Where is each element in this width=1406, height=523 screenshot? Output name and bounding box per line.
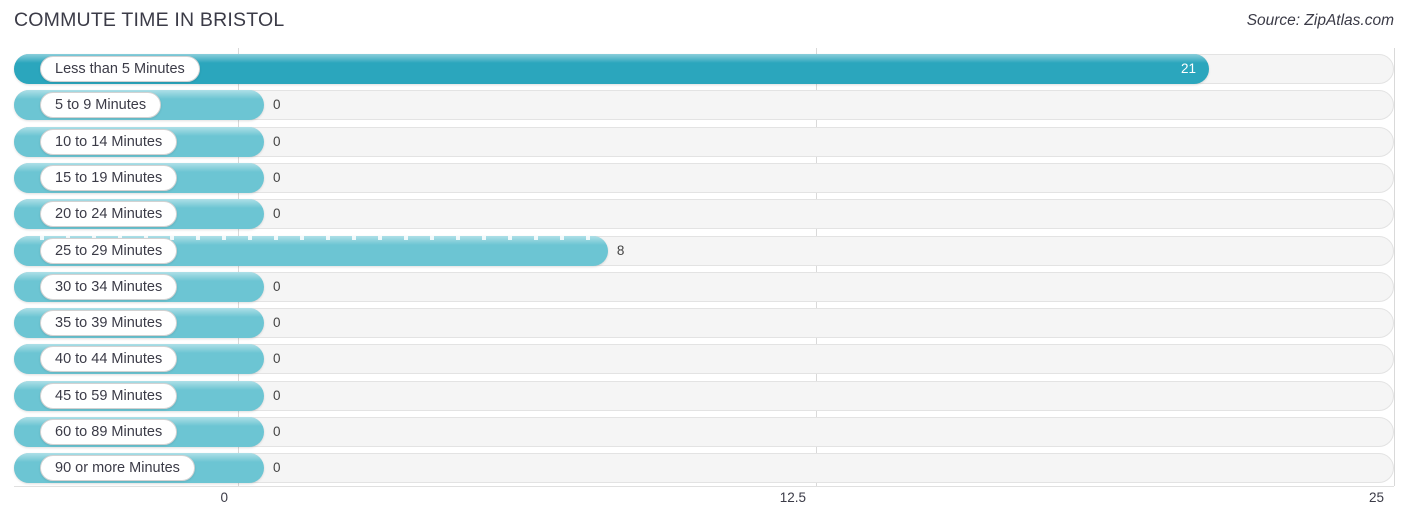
source-attribution: Source: ZipAtlas.com [1246,12,1394,29]
page-title: COMMUTE TIME IN BRISTOL [14,9,285,31]
bar-value-label: 0 [273,460,281,476]
bar-value-label: 0 [273,97,281,113]
row-label[interactable]: 35 to 39 Minutes [40,310,178,337]
bar-row[interactable]: 40 to 44 Minutes 0 [14,344,1394,375]
bar-row[interactable]: 30 to 34 Minutes 0 [14,271,1394,302]
x-axis: 0 12.5 25 [0,486,1406,523]
bar-row[interactable]: 5 to 9 Minutes 0 [14,90,1394,121]
row-label[interactable]: 20 to 24 Minutes [40,201,178,228]
bar-value-label: 0 [273,387,281,403]
bar-value-label: 0 [273,169,281,185]
bar-value-label: 0 [273,315,281,331]
axis-tick-label: 12.5 [779,490,806,505]
bar-value-label: 21 [1181,61,1197,76]
bar-row[interactable]: 35 to 39 Minutes 0 [14,308,1394,339]
bar-row[interactable]: 90 or more Minutes 0 [14,453,1394,484]
bar-value-label: 0 [273,133,281,149]
row-label[interactable]: 60 to 89 Minutes [40,419,178,445]
bar-value-label: 0 [273,206,281,222]
axis-tick-label: 0 [220,490,228,505]
bar-row[interactable]: 45 to 59 Minutes 0 [14,380,1394,411]
row-label[interactable]: 90 or more Minutes [40,455,195,482]
bar-row[interactable]: 20 to 24 Minutes 0 [14,199,1394,230]
axis-line [14,486,1394,487]
row-label[interactable]: 45 to 59 Minutes [40,382,178,409]
bar-value-label: 0 [273,351,281,367]
bar-row[interactable]: Less than 5 Minutes 21 [14,54,1394,84]
bar-row[interactable]: 10 to 14 Minutes 0 [14,126,1394,157]
bar-row[interactable]: 25 to 29 Minutes 8 [14,235,1394,266]
row-label[interactable]: 5 to 9 Minutes [40,92,162,119]
bar-value-label: 0 [273,278,281,294]
row-label[interactable]: 15 to 19 Minutes [40,164,178,191]
axis-tick-label: 25 [1368,490,1384,505]
commute-time-chart: COMMUTE TIME IN BRISTOL Source: ZipAtlas… [0,0,1406,523]
gridline-25 [1394,48,1395,486]
row-label[interactable]: 25 to 29 Minutes [40,237,178,264]
row-label[interactable]: 30 to 34 Minutes [40,273,178,300]
bar-row[interactable]: 60 to 89 Minutes 0 [14,417,1394,447]
row-label[interactable]: 40 to 44 Minutes [40,346,178,373]
row-label[interactable]: Less than 5 Minutes [40,56,200,82]
bar-value-label: 0 [273,424,281,439]
plot-area: Less than 5 Minutes 21 5 to 9 Minutes 0 10 t… [0,48,1406,486]
bar-row[interactable]: 15 to 19 Minutes 0 [14,162,1394,193]
bar-value-label: 8 [616,242,625,258]
row-label[interactable]: 10 to 14 Minutes [40,128,178,155]
